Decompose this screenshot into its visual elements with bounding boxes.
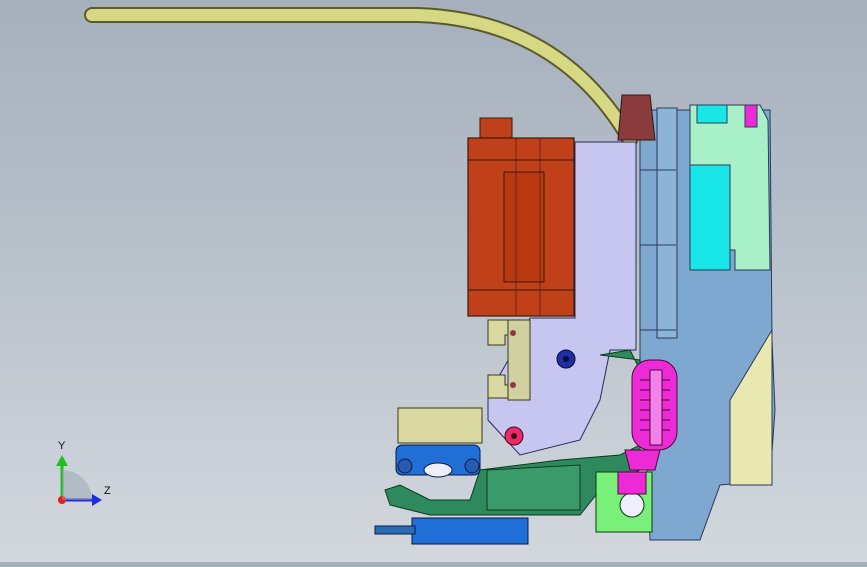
mint-panel[interactable] bbox=[689, 104, 771, 271]
assembly-model[interactable] bbox=[0, 0, 867, 562]
cad-viewport[interactable]: Y Z bbox=[0, 0, 867, 562]
lower-rail[interactable] bbox=[374, 517, 529, 545]
blue-carriage[interactable] bbox=[395, 407, 483, 478]
top-clamp[interactable] bbox=[617, 94, 656, 141]
filament-tube[interactable] bbox=[84, 7, 638, 148]
upper-bracket[interactable] bbox=[487, 319, 531, 401]
nozzle-mount[interactable] bbox=[595, 471, 653, 533]
extruder-motor[interactable] bbox=[467, 117, 575, 317]
axis-z-label: Z bbox=[104, 485, 111, 497]
axis-y-label: Y bbox=[58, 440, 66, 452]
screw-socket bbox=[511, 433, 517, 439]
screw-socket bbox=[563, 356, 569, 362]
axis-triad-labels: Y Z bbox=[50, 440, 120, 510]
